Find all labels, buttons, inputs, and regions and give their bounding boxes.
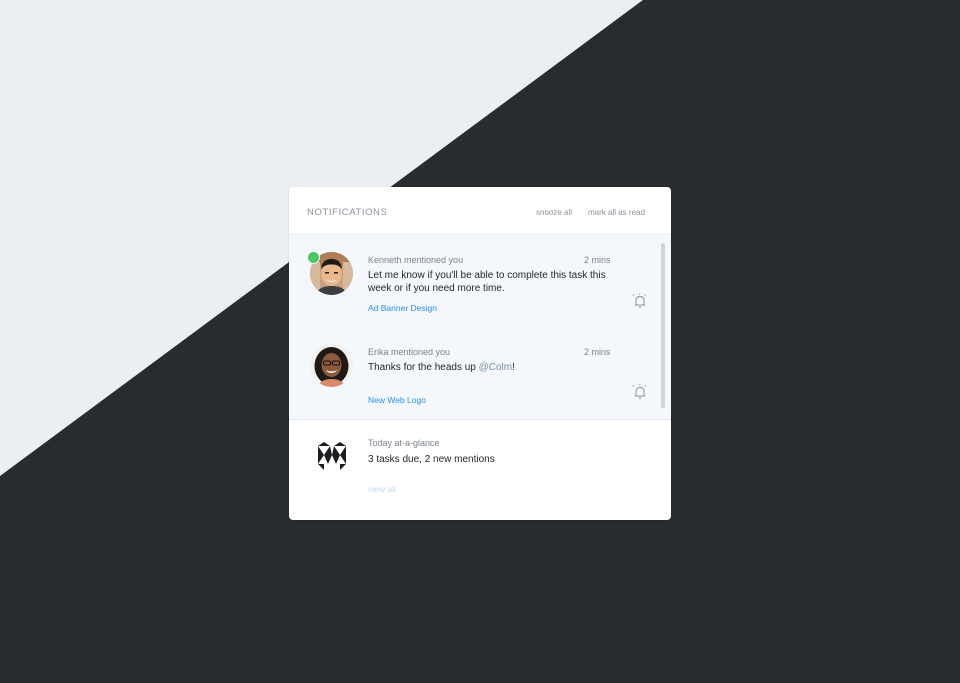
- summary-message: 3 tasks due, 2 new mentions: [368, 454, 495, 465]
- mark-all-read-button[interactable]: mark all as read: [588, 208, 645, 217]
- panel-title: NOTIFICATIONS: [307, 207, 388, 218]
- project-link-ad-banner-design[interactable]: Ad Banner Design: [368, 303, 437, 313]
- user-mention[interactable]: @Colm: [479, 362, 513, 373]
- snooze-all-button[interactable]: snooze all: [536, 208, 572, 217]
- svg-text:z: z: [645, 292, 647, 297]
- notification-time: 2 mins: [584, 255, 611, 265]
- app-logo-icon: [317, 442, 347, 470]
- notification-time: 2 mins: [584, 347, 611, 357]
- message-text: Thanks for the heads up: [368, 362, 479, 373]
- snooze-bell-icon[interactable]: z z z: [631, 383, 649, 401]
- scrollbar[interactable]: [661, 243, 665, 408]
- notifications-panel: NOTIFICATIONS snooze all mark all as rea…: [289, 187, 671, 520]
- svg-text:z: z: [639, 292, 641, 296]
- view-all-link[interactable]: view all: [368, 484, 396, 494]
- snooze-bell-icon[interactable]: z z z: [631, 292, 649, 310]
- svg-text:z: z: [633, 292, 635, 297]
- svg-text:z: z: [633, 383, 635, 388]
- summary-title: Today at-a-glance: [368, 438, 440, 448]
- online-status-indicator: [307, 251, 320, 264]
- avatar-erika: [310, 344, 353, 387]
- notification-item-kenneth[interactable]: Kenneth mentioned you 2 mins Let me know…: [289, 235, 671, 328]
- notification-item-erika[interactable]: Erika mentioned you 2 mins Thanks for th…: [289, 327, 671, 420]
- summary-item[interactable]: Today at-a-glance 3 tasks due, 2 new men…: [289, 420, 671, 512]
- notification-message: Thanks for the heads up @Colm!: [368, 362, 618, 375]
- notification-title: Kenneth mentioned you: [368, 255, 464, 265]
- svg-text:z: z: [645, 383, 647, 388]
- project-link-new-web-logo[interactable]: New Web Logo: [368, 395, 426, 405]
- notification-title: Erika mentioned you: [368, 347, 451, 357]
- svg-text:z: z: [639, 383, 641, 387]
- message-text-end: !: [512, 362, 515, 373]
- notification-message: Let me know if you'll be able to complet…: [368, 270, 606, 294]
- panel-header: NOTIFICATIONS snooze all mark all as rea…: [289, 187, 671, 235]
